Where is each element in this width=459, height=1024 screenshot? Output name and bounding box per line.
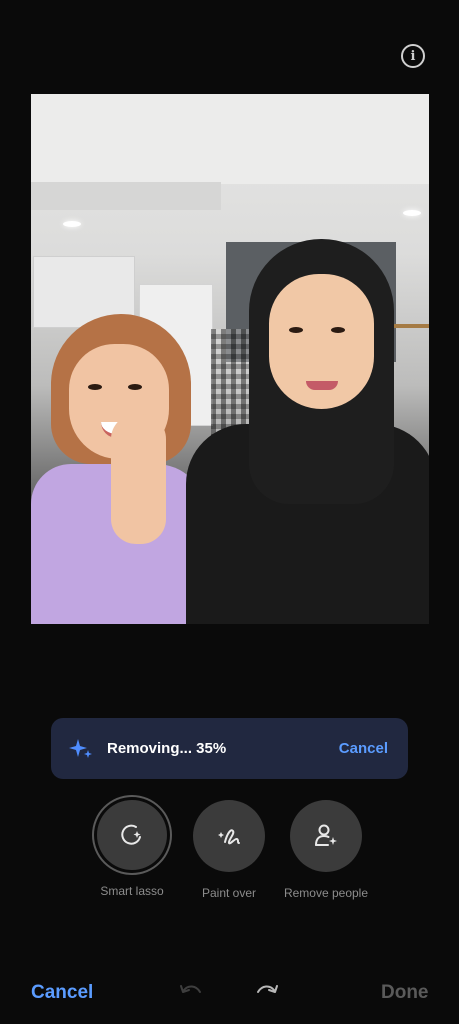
remove-people-icon <box>315 824 337 846</box>
progress-cancel-button[interactable]: Cancel <box>339 740 388 757</box>
smart-lasso-button[interactable]: Smart lasso <box>82 800 182 898</box>
redo-icon[interactable] <box>254 982 280 1002</box>
person-right <box>181 239 429 624</box>
remove-people-label: Remove people <box>283 886 369 900</box>
smart-lasso-icon <box>121 824 141 845</box>
person-left <box>31 304 206 624</box>
paint-over-button[interactable]: Paint over <box>179 800 279 900</box>
edited-photo <box>31 94 429 624</box>
undo-icon[interactable] <box>178 982 204 1002</box>
info-icon[interactable]: i <box>401 44 425 68</box>
sparkle-icon <box>69 738 92 758</box>
remove-people-button[interactable]: Remove people <box>276 800 376 900</box>
progress-text: Removing... 35% <box>107 740 227 757</box>
paint-over-label: Paint over <box>201 886 257 900</box>
cancel-button[interactable]: Cancel <box>31 982 93 1004</box>
paint-over-icon <box>218 829 240 845</box>
removing-progress-toast: Removing... 35% Cancel <box>51 718 408 779</box>
smart-lasso-label: Smart lasso <box>100 884 164 898</box>
done-button[interactable]: Done <box>381 982 429 1004</box>
